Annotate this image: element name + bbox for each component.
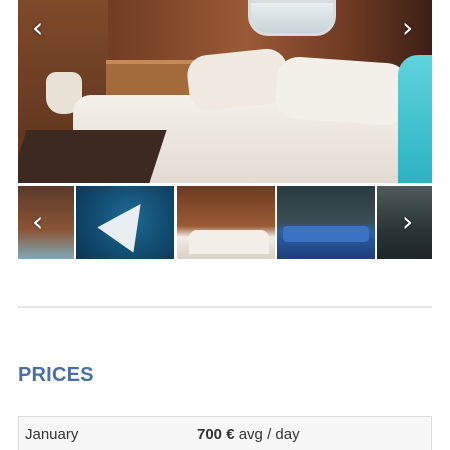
deck-cushions xyxy=(283,226,369,242)
thumbnail-strip: ‹ › xyxy=(18,186,432,259)
page: ‹ › ‹ › PRICES January 700 € avg / day xyxy=(0,0,450,450)
thumbs-next-arrow-icon[interactable]: › xyxy=(402,208,413,236)
price-amount: 700 € xyxy=(197,426,235,443)
price-month: January xyxy=(25,426,79,443)
main-next-arrow-icon[interactable]: › xyxy=(402,14,413,42)
pillow xyxy=(185,46,291,113)
cabin-window xyxy=(248,0,336,36)
section-divider xyxy=(18,306,432,308)
thumbnail-1[interactable] xyxy=(18,186,74,259)
towel xyxy=(398,55,432,183)
main-photo[interactable]: ‹ › xyxy=(18,0,432,183)
sailboat xyxy=(97,191,159,253)
pillow xyxy=(273,55,411,127)
thumbnail-2[interactable] xyxy=(76,186,174,259)
price-value: 700 € avg / day xyxy=(197,426,300,443)
bed xyxy=(189,230,269,254)
folder xyxy=(18,130,167,183)
thumbnail-3[interactable] xyxy=(177,186,275,259)
thumbs-prev-arrow-icon[interactable]: ‹ xyxy=(32,208,43,236)
price-row: January 700 € avg / day xyxy=(18,416,432,450)
price-unit: avg / day xyxy=(234,426,300,443)
main-prev-arrow-icon[interactable]: ‹ xyxy=(32,14,43,42)
thumbnail-4[interactable] xyxy=(277,186,375,259)
prices-title: PRICES xyxy=(18,364,94,386)
